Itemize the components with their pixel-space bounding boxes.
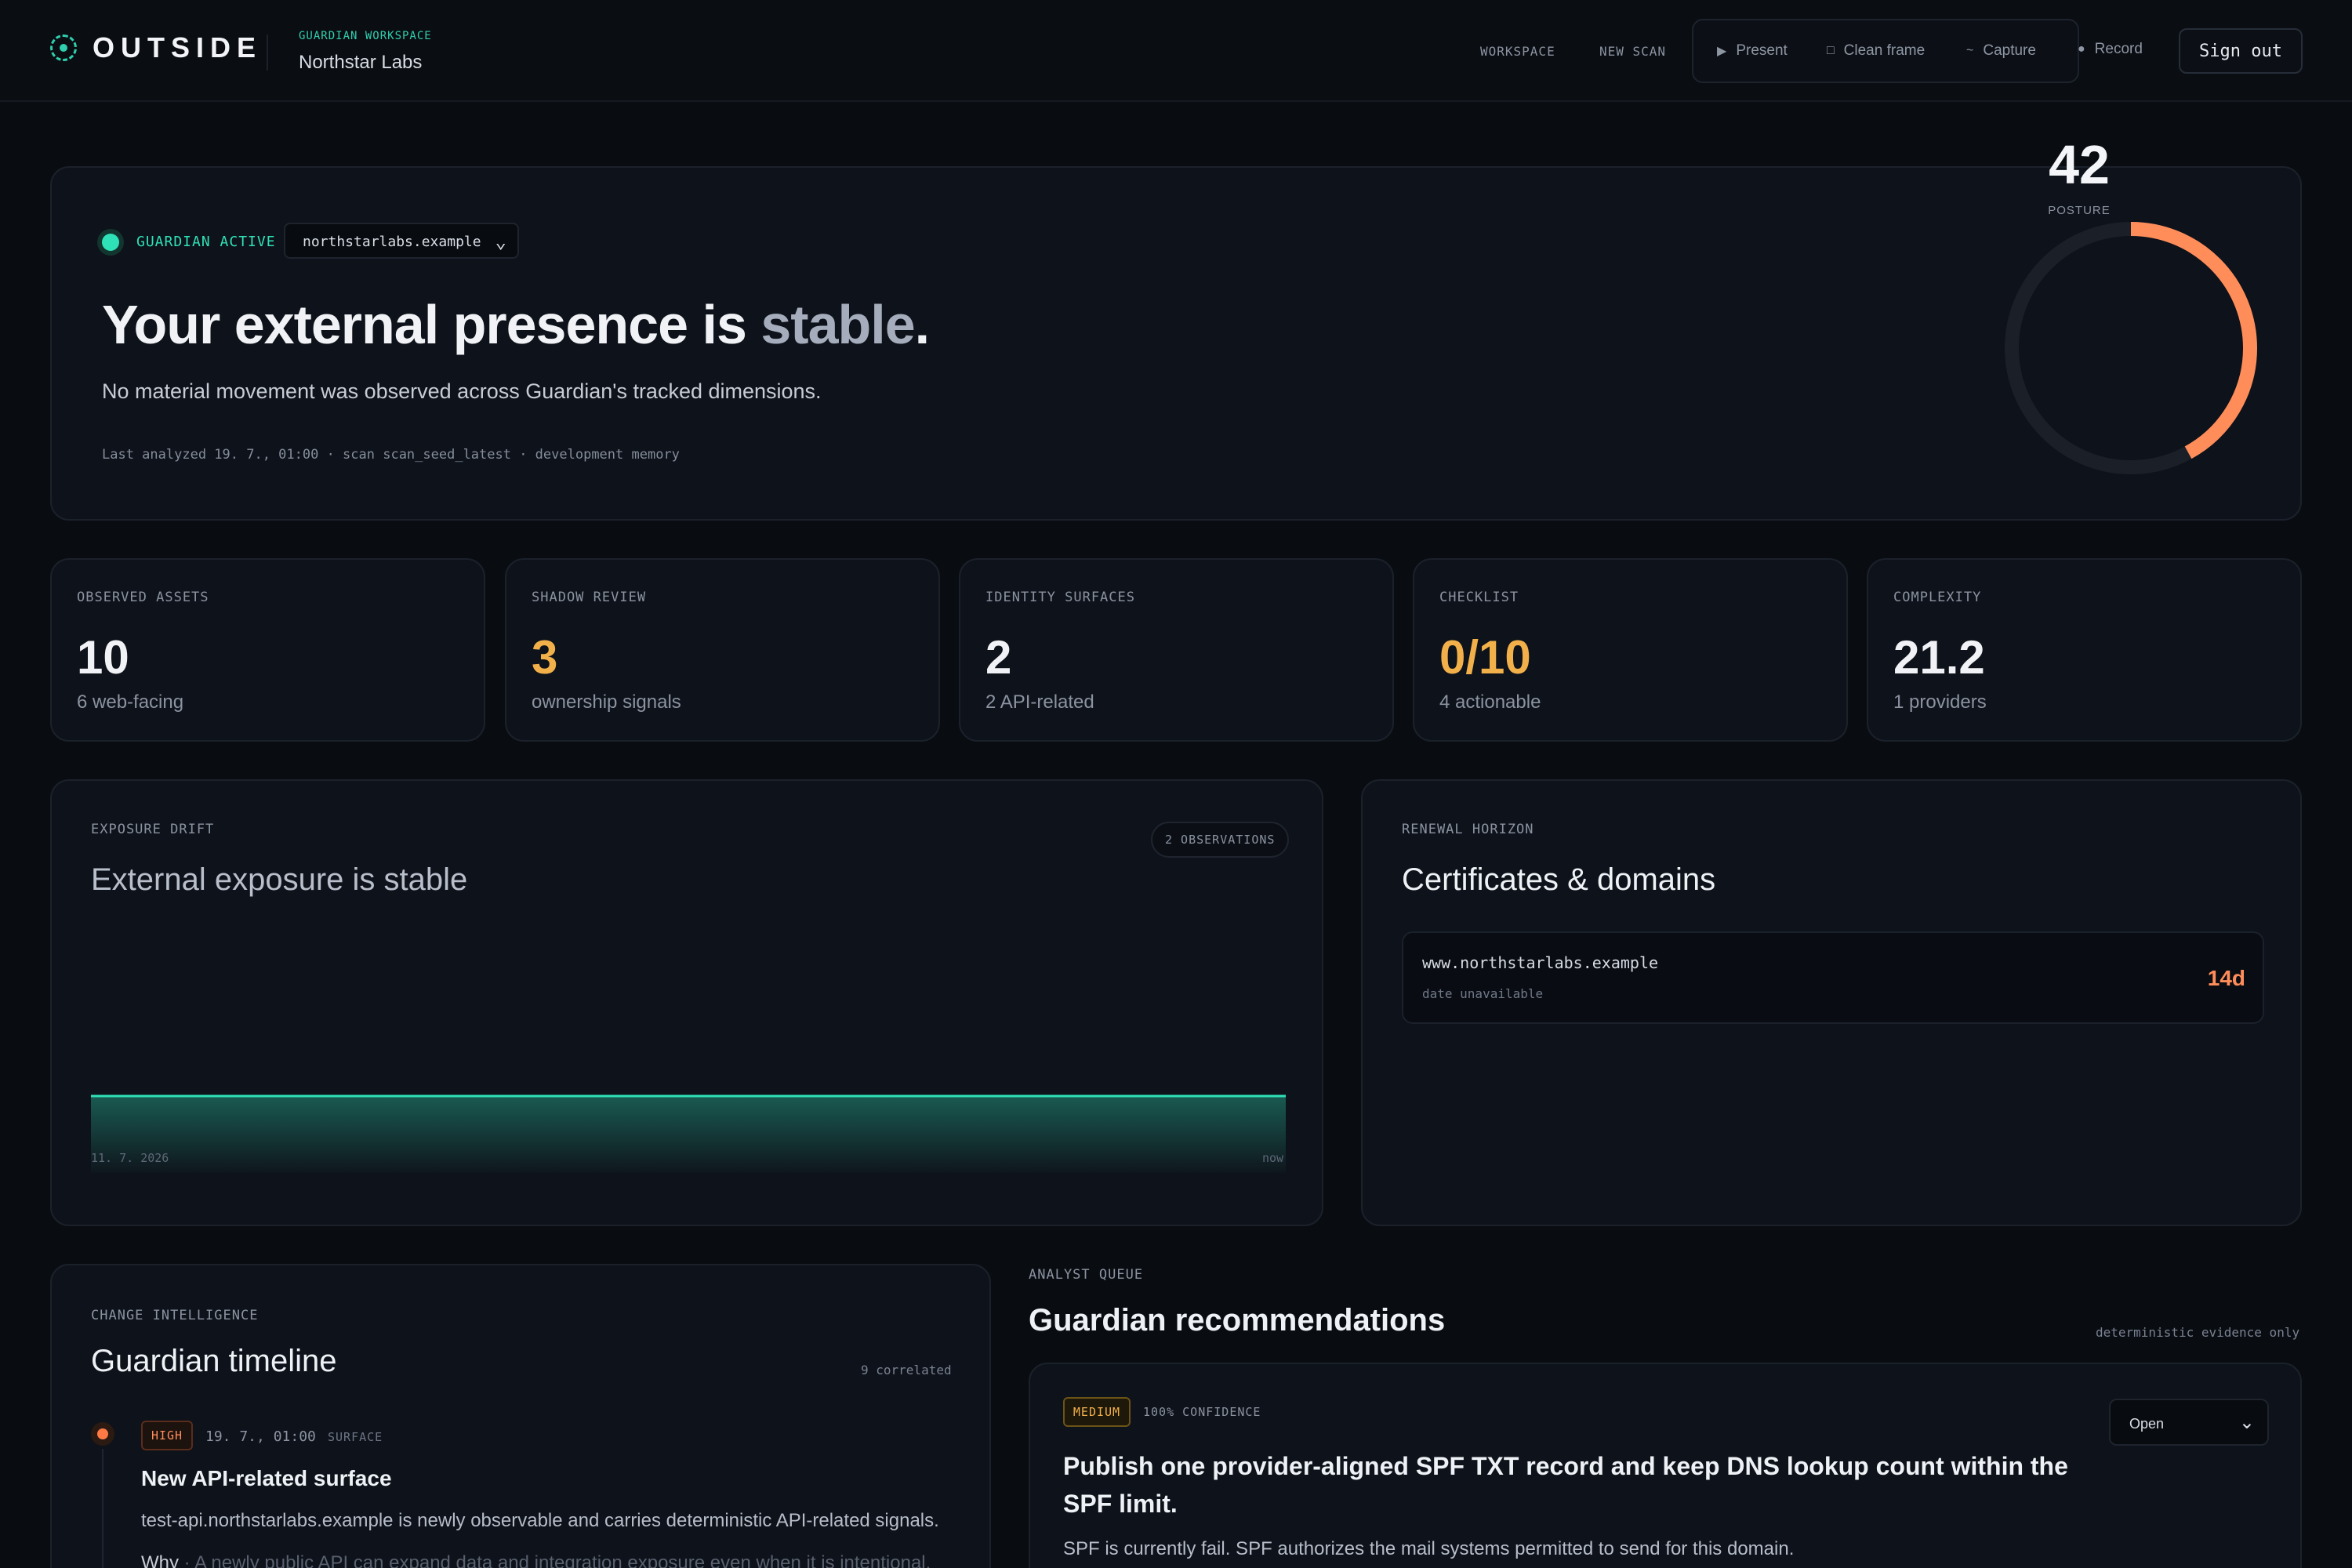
x-axis-start: 11. 7. 2026 <box>91 1151 169 1165</box>
confidence-label: 100% CONFIDENCE <box>1143 1405 1261 1419</box>
nav-workspace[interactable]: WORKSPACE <box>1480 44 1555 59</box>
logo-icon <box>50 34 77 61</box>
stat-label: OBSERVED ASSETS <box>77 590 209 605</box>
recommendation-title: Publish one provider-aligned SPF TXT rec… <box>1063 1452 2068 1518</box>
status-select-value: Open <box>2129 1416 2165 1432</box>
hero-subtitle: No material movement was observed across… <box>102 379 822 403</box>
stat-value: 21.2 <box>1893 631 1985 684</box>
drift-chart <box>91 1094 1286 1173</box>
stat-sub: 2 API-related <box>985 691 1094 713</box>
timeline-panel: CHANGE INTELLIGENCE Guardian timeline 9 … <box>50 1264 991 1568</box>
event-description: test-api.northstarlabs.example is newly … <box>141 1510 939 1531</box>
event-time: 19. 7., 01:00 <box>205 1428 316 1445</box>
workspace-name: Northstar Labs <box>299 52 423 73</box>
workspace-info: GUARDIAN WORKSPACE Northstar Labs <box>299 30 432 74</box>
hero-title-accent: stable <box>760 294 915 355</box>
stat-value: 2 <box>985 631 1012 684</box>
domain-select-value: northstarlabs.example <box>303 234 481 250</box>
nav-new-scan[interactable]: NEW SCAN <box>1599 44 1666 59</box>
renewal-panel: RENEWAL HORIZON Certificates & domains w… <box>1361 779 2302 1226</box>
stat-label: IDENTITY SURFACES <box>985 590 1135 605</box>
clean-frame-button[interactable]: □ Clean frame <box>1827 42 1925 60</box>
top-bar: OUTSIDE GUARDIAN WORKSPACE Northstar Lab… <box>0 0 2352 102</box>
domain-select[interactable]: northstarlabs.example ⌄ <box>284 223 519 259</box>
hero-title: Your external presence is stable. <box>102 293 930 356</box>
brand-name: OUTSIDE <box>93 31 263 64</box>
capture-button[interactable]: ~ Capture <box>1966 42 2036 60</box>
series-area <box>91 1096 1286 1173</box>
why-text: · A newly public API can expand data and… <box>179 1552 931 1568</box>
hero-title-main: Your external presence is <box>102 294 761 355</box>
timeline-label: CHANGE INTELLIGENCE <box>91 1308 259 1323</box>
stat-label: SHADOW REVIEW <box>532 590 647 605</box>
stat-value: 10 <box>77 631 129 684</box>
present-button[interactable]: ▶ Present <box>1717 42 1788 60</box>
event-title[interactable]: New API-related surface <box>141 1466 392 1491</box>
exposure-drift-panel: EXPOSURE DRIFT External exposure is stab… <box>50 779 1323 1226</box>
severity-badge: HIGH <box>141 1421 193 1450</box>
certificate-row[interactable]: www.northstarlabs.example date unavailab… <box>1402 931 2264 1024</box>
record-icon: ● <box>2078 42 2085 56</box>
recommendations-label: ANALYST QUEUE <box>1029 1267 1144 1283</box>
stat-sub: 1 providers <box>1893 691 1987 713</box>
frame-icon: □ <box>1827 44 1835 57</box>
recommendations-title: Guardian recommendations <box>1029 1303 1446 1338</box>
guardian-status: GUARDIAN ACTIVE <box>136 234 276 250</box>
status-dot-icon <box>102 234 119 251</box>
capture-icon: ~ <box>1966 44 1974 57</box>
stat-label: COMPLEXITY <box>1893 590 1982 605</box>
timeline-dot-icon <box>91 1422 114 1446</box>
drift-label: EXPOSURE DRIFT <box>91 822 215 837</box>
timeline-line <box>102 1449 103 1568</box>
stat-complexity: COMPLEXITY 21.2 1 providers <box>1867 558 2302 742</box>
stat-sub: 6 web-facing <box>77 691 184 713</box>
observations-badge: 2 OBSERVATIONS <box>1151 822 1290 858</box>
stat-sub: ownership signals <box>532 691 681 713</box>
record-label: Record <box>2094 41 2143 57</box>
hero-meta: Last analyzed 19. 7., 01:00 · scan scan_… <box>102 447 680 463</box>
stat-sub: 4 actionable <box>1439 691 1541 713</box>
drift-title: External exposure is stable <box>91 862 468 897</box>
divider <box>267 34 268 71</box>
sign-out-button[interactable]: Sign out <box>2179 28 2303 74</box>
recommendation-body: SPF is currently fail. SPF authorizes th… <box>1063 1538 1795 1559</box>
stat-checklist: CHECKLIST 0/10 4 actionable <box>1413 558 1848 742</box>
workspace-kicker: GUARDIAN WORKSPACE <box>299 30 432 42</box>
renewal-label: RENEWAL HORIZON <box>1402 822 1534 837</box>
status-select[interactable]: Open ⌄ <box>2109 1399 2269 1446</box>
recommendation-card: MEDIUM 100% CONFIDENCE Open ⌄ Publish on… <box>1029 1363 2302 1568</box>
play-icon: ▶ <box>1717 45 1727 58</box>
stat-value: 0/10 <box>1439 631 1531 684</box>
hero-title-end: . <box>914 294 930 355</box>
brand[interactable]: OUTSIDE <box>50 31 262 64</box>
posture-value: 42 <box>2049 134 2110 195</box>
posture-label: POSTURE <box>2048 204 2111 217</box>
posture-gauge <box>2005 222 2257 474</box>
event-tag: SURFACE <box>328 1430 383 1444</box>
record-button[interactable]: ● Record <box>2078 41 2143 58</box>
stat-value: 3 <box>532 631 558 684</box>
cert-days-remaining: 14d <box>2207 966 2245 990</box>
present-label: Present <box>1736 42 1788 59</box>
why-label: Why <box>141 1552 179 1568</box>
cert-host: www.northstarlabs.example <box>1422 953 1659 972</box>
stat-observed-assets: OBSERVED ASSETS 10 6 web-facing <box>50 558 485 742</box>
stat-shadow-review: SHADOW REVIEW 3 ownership signals <box>505 558 940 742</box>
timeline-title: Guardian timeline <box>91 1344 337 1378</box>
recommendations-note: deterministic evidence only <box>2096 1325 2300 1340</box>
presentation-toolbar: ▶ Present □ Clean frame ~ Capture <box>1692 19 2079 83</box>
renewal-title: Certificates & domains <box>1402 862 1716 897</box>
clean-frame-label: Clean frame <box>1843 42 1926 59</box>
stat-label: CHECKLIST <box>1439 590 1519 605</box>
severity-badge: MEDIUM <box>1063 1397 1131 1427</box>
capture-label: Capture <box>1983 42 2036 59</box>
timeline-count: 9 correlated <box>861 1363 952 1377</box>
posture-hero: GUARDIAN ACTIVE northstarlabs.example ⌄ … <box>50 166 2302 521</box>
chevron-down-icon: ⌄ <box>2238 1412 2255 1433</box>
x-axis-end: now <box>1262 1151 1284 1165</box>
event-why: Why · A newly public API can expand data… <box>141 1552 931 1568</box>
cert-date: date unavailable <box>1422 986 1544 1001</box>
chevron-down-icon: ⌄ <box>495 230 506 252</box>
stat-identity-surfaces: IDENTITY SURFACES 2 2 API-related <box>959 558 1394 742</box>
